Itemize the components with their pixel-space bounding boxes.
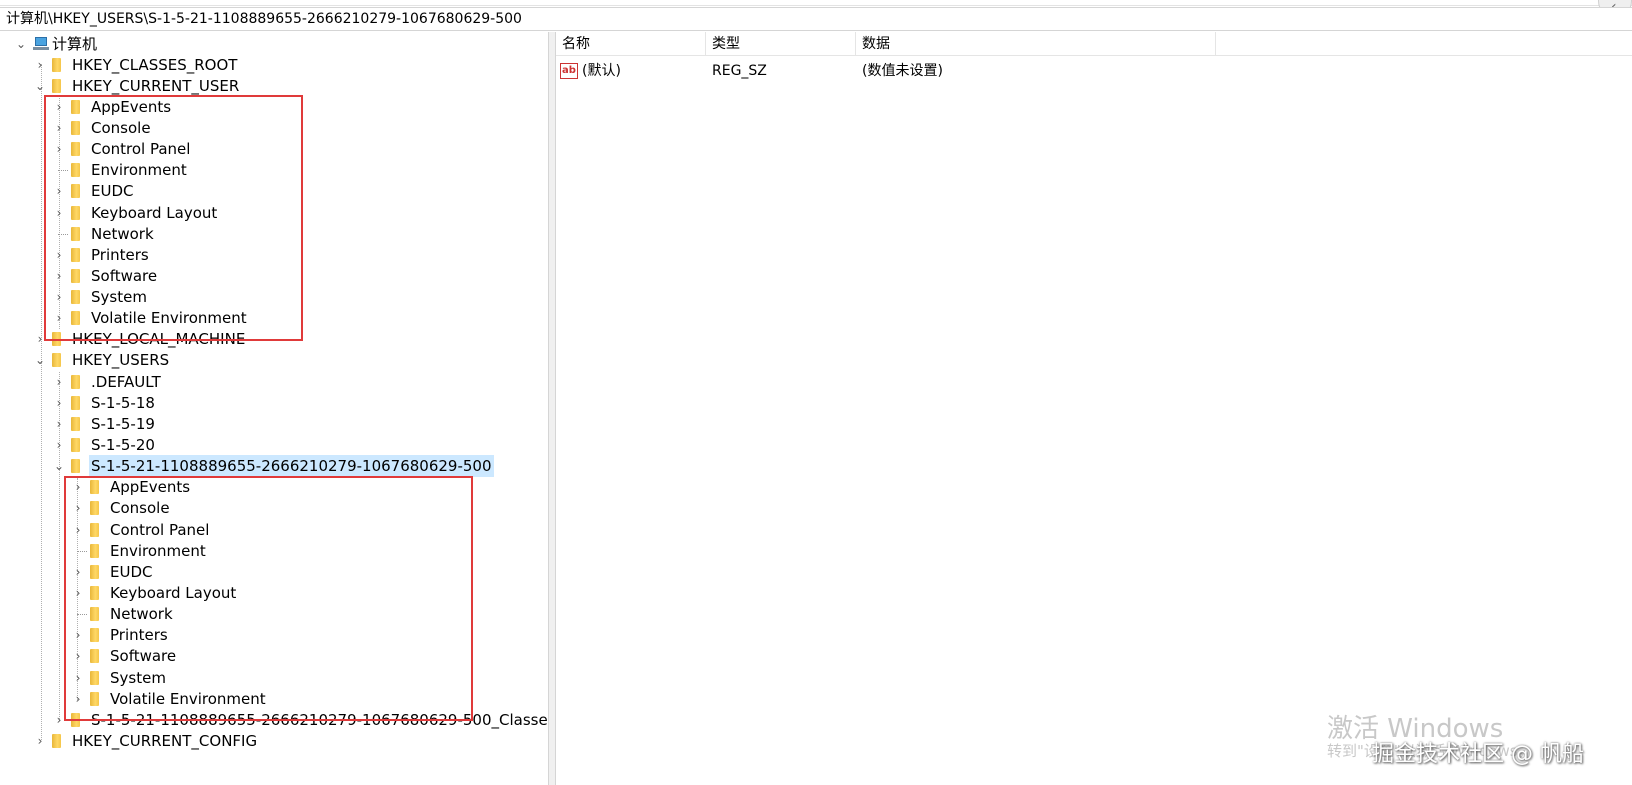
chevron-down-icon[interactable]: ⌄ [14, 33, 28, 55]
tree-node-label: S-1-5-21-1108889655-2666210279-106768062… [89, 455, 494, 477]
annotation-box-sid [64, 476, 473, 721]
tree-node-label: 计算机 [52, 35, 98, 53]
computer-icon [33, 37, 49, 50]
pane-splitter[interactable] [548, 32, 556, 785]
values-list-header: 名称 类型 数据 [556, 32, 1632, 56]
folder-icon [52, 734, 61, 748]
value-name: (默认) [582, 63, 621, 79]
value-row-default[interactable]: ab (默认) REG_SZ (数值未设置) [556, 60, 1632, 82]
site-watermark: 掘金技术社区 @ 帆船 [1372, 742, 1584, 767]
folder-icon [71, 438, 80, 452]
chevron-right-icon[interactable]: › [52, 413, 66, 435]
value-data: (数值未设置) [862, 63, 943, 79]
tree-guide-line [41, 64, 42, 740]
folder-icon [71, 396, 80, 410]
annotation-box-current-user [44, 95, 303, 341]
tree-node-label: S-1-5-20 [91, 436, 155, 454]
tree-node-label: HKEY_CURRENT_USER [72, 77, 240, 95]
chevron-down-icon[interactable]: ⌄ [33, 349, 47, 371]
folder-icon [71, 459, 80, 473]
value-type: REG_SZ [712, 63, 767, 79]
chevron-right-icon[interactable]: › [33, 730, 47, 752]
address-path[interactable]: 计算机\HKEY_USERS\S-1-5-21-1108889655-26662… [6, 11, 522, 27]
folder-icon [71, 417, 80, 431]
chevron-right-icon[interactable]: › [33, 54, 47, 76]
chevron-down-icon[interactable]: ⌄ [52, 455, 66, 477]
registry-tree: ⌄ 计算机 › HKEY_CLASSES_ROOT ⌄ HKEY_CURRENT… [0, 32, 556, 785]
folder-icon [71, 375, 80, 389]
chevron-right-icon[interactable]: › [52, 392, 66, 414]
column-header-data[interactable]: 数据 [856, 32, 1216, 56]
folder-icon [52, 58, 61, 72]
tree-node-label: HKEY_USERS [72, 351, 170, 369]
tree-node-label: S-1-5-19 [91, 415, 155, 433]
folder-icon [52, 353, 61, 367]
column-header-type[interactable]: 类型 [706, 32, 856, 56]
chevron-right-icon[interactable]: › [52, 371, 66, 393]
tree-node-label: HKEY_CURRENT_CONFIG [72, 732, 258, 750]
column-header-name[interactable]: 名称 [556, 32, 706, 56]
tree-node-label: .DEFAULT [91, 373, 161, 391]
tree-node-label: HKEY_CLASSES_ROOT [72, 56, 238, 74]
chevron-right-icon[interactable]: › [52, 434, 66, 456]
chevron-down-icon[interactable]: ⌄ [33, 75, 47, 97]
address-bar[interactable]: 计算机\HKEY_USERS\S-1-5-21-1108889655-26662… [0, 7, 1632, 31]
folder-icon [52, 79, 61, 93]
tree-node-label: S-1-5-18 [91, 394, 155, 412]
menu-bar [0, 0, 1632, 6]
ab-string-icon: ab [560, 63, 578, 79]
